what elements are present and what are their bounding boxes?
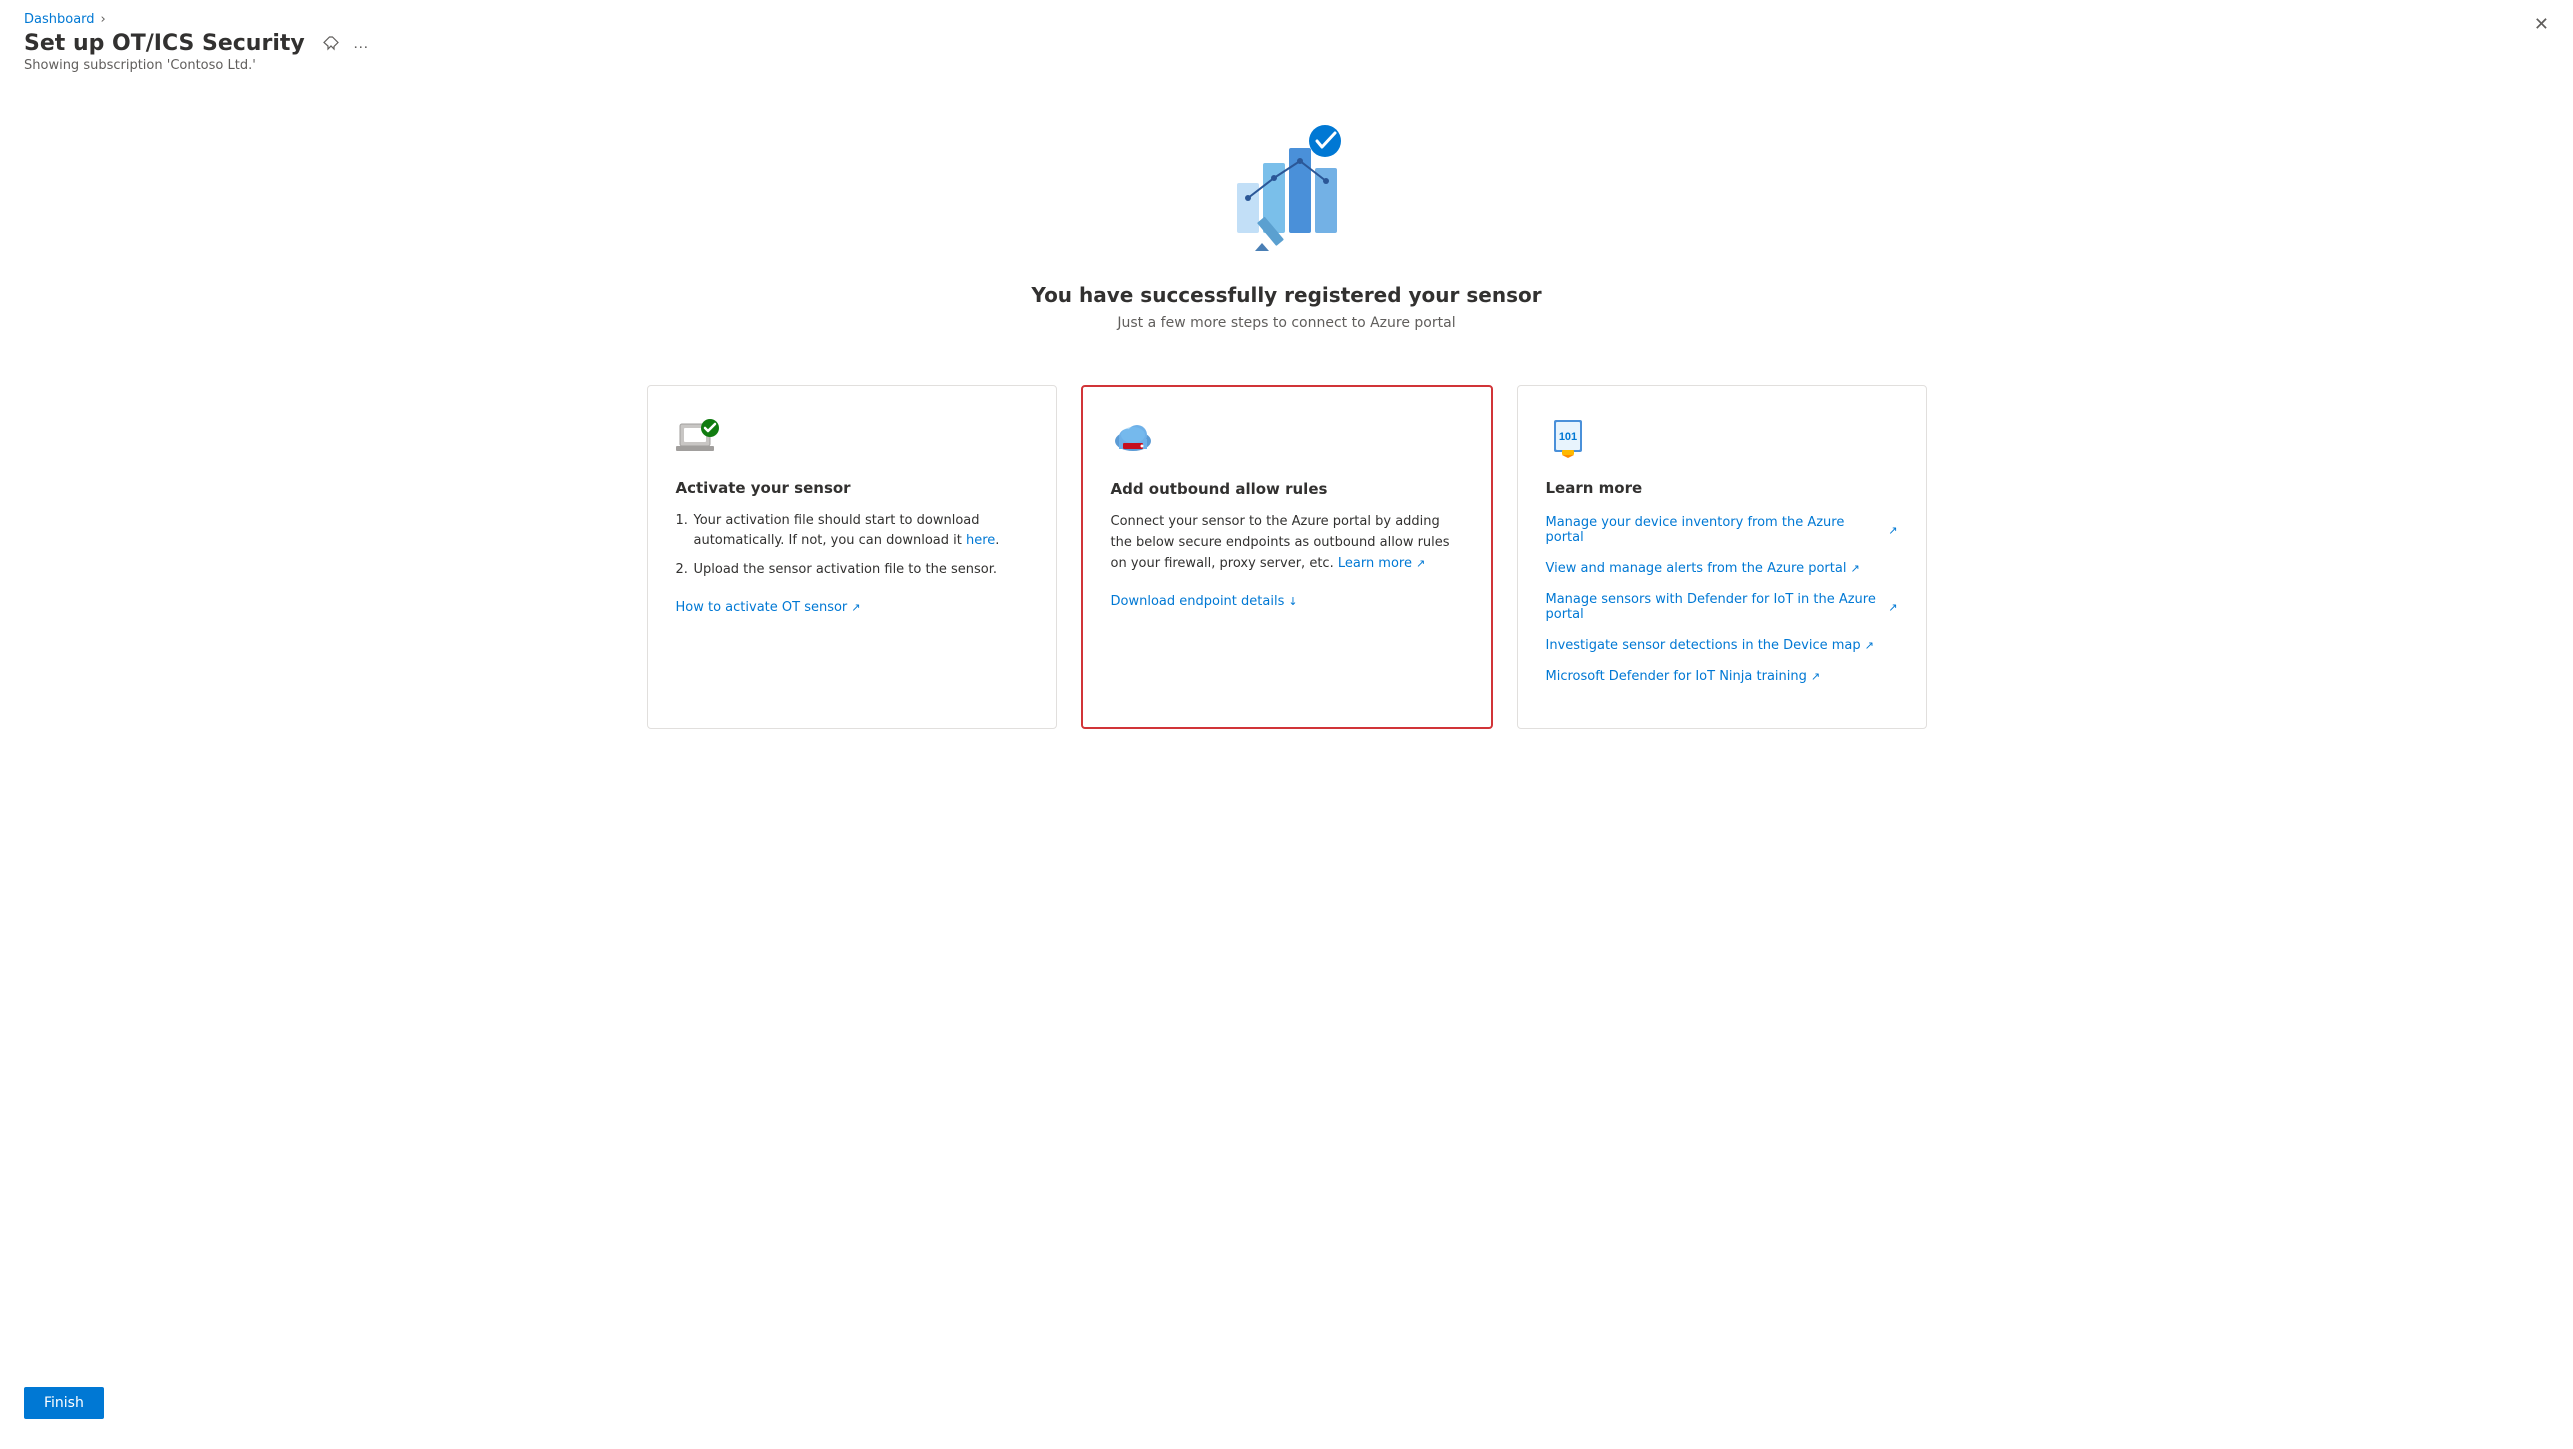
external-link-icon: ↗ — [851, 601, 860, 614]
learn-link-2: View and manage alerts from the Azure po… — [1546, 557, 1898, 576]
finish-button[interactable]: Finish — [24, 1387, 104, 1419]
learn-more-card: 101 Learn more Manage your device invent… — [1517, 385, 1927, 729]
page-header: Set up OT/ICS Security … — [0, 31, 2573, 58]
hero-illustration — [1207, 113, 1367, 253]
ext-icon-5: ↗ — [1811, 670, 1820, 683]
outbound-rules-card: Add outbound allow rules Connect your se… — [1081, 385, 1493, 729]
svg-text:101: 101 — [1558, 431, 1576, 443]
hero-section: You have successfully registered your se… — [0, 93, 2573, 361]
learn-more-ext-icon: ↗ — [1416, 555, 1425, 573]
here-link[interactable]: here — [966, 531, 995, 551]
learn-more-icon: 101 — [1546, 414, 1898, 465]
activate-sensor-card: Activate your sensor Your activation fil… — [647, 385, 1057, 729]
ext-icon-2: ↗ — [1850, 562, 1859, 575]
hero-title: You have successfully registered your se… — [1031, 283, 1541, 307]
page-subtitle: Showing subscription 'Contoso Ltd.' — [0, 58, 2573, 93]
pin-button[interactable] — [319, 34, 343, 54]
learn-link-4: Investigate sensor detections in the Dev… — [1546, 634, 1898, 653]
page-title: Set up OT/ICS Security — [24, 31, 305, 56]
learn-more-links-list: Manage your device inventory from the Az… — [1546, 511, 1898, 684]
header-actions: … — [319, 33, 373, 55]
cards-container: Activate your sensor Your activation fil… — [587, 361, 1987, 753]
outbound-rules-body: Connect your sensor to the Azure portal … — [1111, 512, 1463, 574]
outbound-rules-icon — [1111, 415, 1463, 466]
activate-sensor-steps: Your activation file should start to dow… — [676, 511, 1028, 580]
breadcrumb-parent[interactable]: Dashboard — [24, 12, 95, 27]
learn-link-1: Manage your device inventory from the Az… — [1546, 511, 1898, 545]
finish-button-container: Finish — [24, 1387, 104, 1419]
ext-icon-4: ↗ — [1865, 639, 1874, 652]
breadcrumb-separator: › — [101, 12, 106, 27]
outbound-rules-title: Add outbound allow rules — [1111, 480, 1463, 498]
more-button[interactable]: … — [349, 33, 373, 55]
step-2: Upload the sensor activation file to the… — [676, 560, 1028, 580]
learn-link-5: Microsoft Defender for IoT Ninja trainin… — [1546, 665, 1898, 684]
learn-more-link[interactable]: Learn more ↗ — [1338, 554, 1425, 575]
hero-subtitle: Just a few more steps to connect to Azur… — [1117, 315, 1455, 331]
step-1: Your activation file should start to dow… — [676, 511, 1028, 550]
activate-ot-sensor-link[interactable]: How to activate OT sensor ↗ — [676, 600, 861, 615]
close-button[interactable]: ✕ — [2534, 14, 2549, 35]
activate-sensor-title: Activate your sensor — [676, 479, 1028, 497]
learn-more-card-title: Learn more — [1546, 479, 1898, 497]
breadcrumb: Dashboard › — [0, 0, 2573, 31]
activate-sensor-icon — [676, 414, 1028, 465]
learn-link-3: Manage sensors with Defender for IoT in … — [1546, 588, 1898, 622]
download-endpoint-link[interactable]: Download endpoint details ↓ — [1111, 594, 1298, 609]
download-icon: ↓ — [1288, 595, 1297, 608]
ext-icon-1: ↗ — [1888, 524, 1897, 537]
ext-icon-3: ↗ — [1888, 601, 1897, 614]
